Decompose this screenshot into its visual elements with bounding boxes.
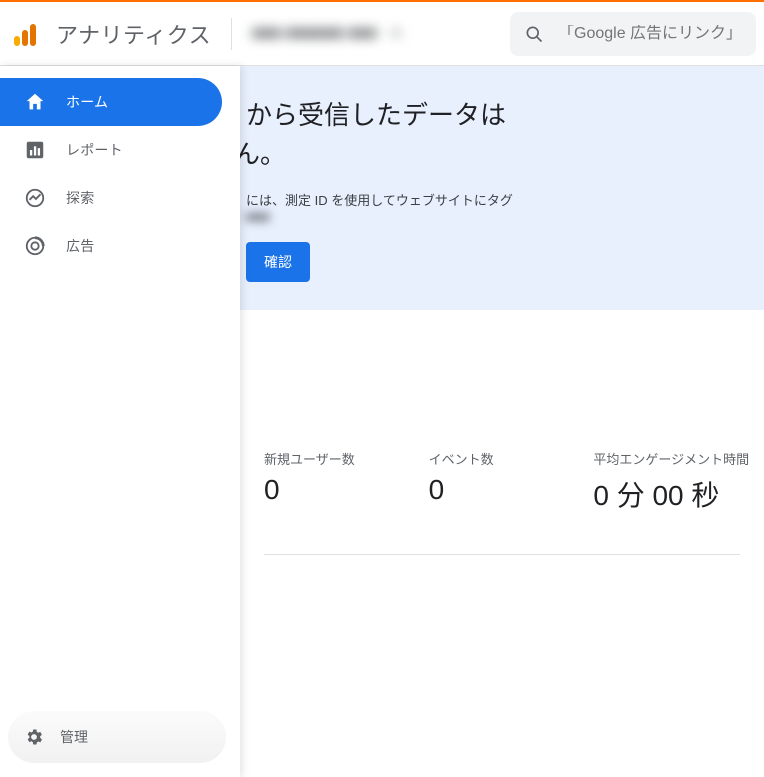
confirm-button[interactable]: 確認 xyxy=(246,242,310,282)
divider xyxy=(231,18,232,50)
banner-description: には、測定 ID を使用してウェブサイトにタグ ■■■ xyxy=(246,190,764,224)
divider xyxy=(264,554,740,555)
metrics-row: 新規ユーザー数 0 イベント数 0 平均エンゲージメント時間 0 分 00 秒 xyxy=(240,424,764,554)
search-box[interactable] xyxy=(510,12,756,56)
product-name: アナリティクス xyxy=(56,18,211,50)
analytics-logo-icon xyxy=(14,22,38,46)
sidebar: ホーム レポート 探索 広告 管理 xyxy=(0,66,240,777)
sidebar-item-label: レポート xyxy=(66,140,123,160)
explore-icon xyxy=(24,187,46,209)
metric-label: 新規ユーザー数 xyxy=(264,449,429,468)
sidebar-item-label: 探索 xyxy=(66,188,94,208)
chevron-down-icon xyxy=(391,31,401,37)
property-label: ■■■ ■■■■■■ ■■■ xyxy=(252,25,377,43)
property-picker[interactable]: ■■■ ■■■■■■ ■■■ xyxy=(252,25,401,43)
sidebar-item-home[interactable]: ホーム xyxy=(0,78,222,126)
app-header: アナリティクス ■■■ ■■■■■■ ■■■ xyxy=(0,2,764,66)
gear-icon xyxy=(24,727,44,747)
metric-engagement: 平均エンゲージメント時間 0 分 00 秒 xyxy=(593,449,758,514)
admin-label: 管理 xyxy=(60,727,88,747)
ads-icon xyxy=(24,235,46,257)
metric-new-users: 新規ユーザー数 0 xyxy=(264,449,429,514)
metric-value: 0 xyxy=(429,474,594,506)
brand[interactable]: アナリティクス xyxy=(8,18,211,50)
metric-label: 平均エンゲージメント時間 xyxy=(593,449,758,468)
metric-events: イベント数 0 xyxy=(429,449,594,514)
sidebar-item-admin[interactable]: 管理 xyxy=(8,711,226,763)
banner-title: から受信したデータは ん。 xyxy=(246,96,764,174)
home-icon xyxy=(24,91,46,113)
sidebar-item-explore[interactable]: 探索 xyxy=(0,174,222,222)
metric-value: 0 分 00 秒 xyxy=(593,474,758,514)
main-content: から受信したデータは ん。 には、測定 ID を使用してウェブサイトにタグ ■■… xyxy=(240,66,764,777)
sidebar-item-label: 広告 xyxy=(66,236,94,256)
sidebar-item-reports[interactable]: レポート xyxy=(0,126,222,174)
metric-label: イベント数 xyxy=(429,449,594,468)
bar-chart-icon xyxy=(24,139,46,161)
no-data-banner: から受信したデータは ん。 には、測定 ID を使用してウェブサイトにタグ ■■… xyxy=(240,66,764,310)
sidebar-item-ads[interactable]: 広告 xyxy=(0,222,222,270)
sidebar-item-label: ホーム xyxy=(66,92,108,112)
search-icon xyxy=(524,24,544,44)
metric-value: 0 xyxy=(264,474,429,506)
search-input[interactable] xyxy=(558,25,738,43)
